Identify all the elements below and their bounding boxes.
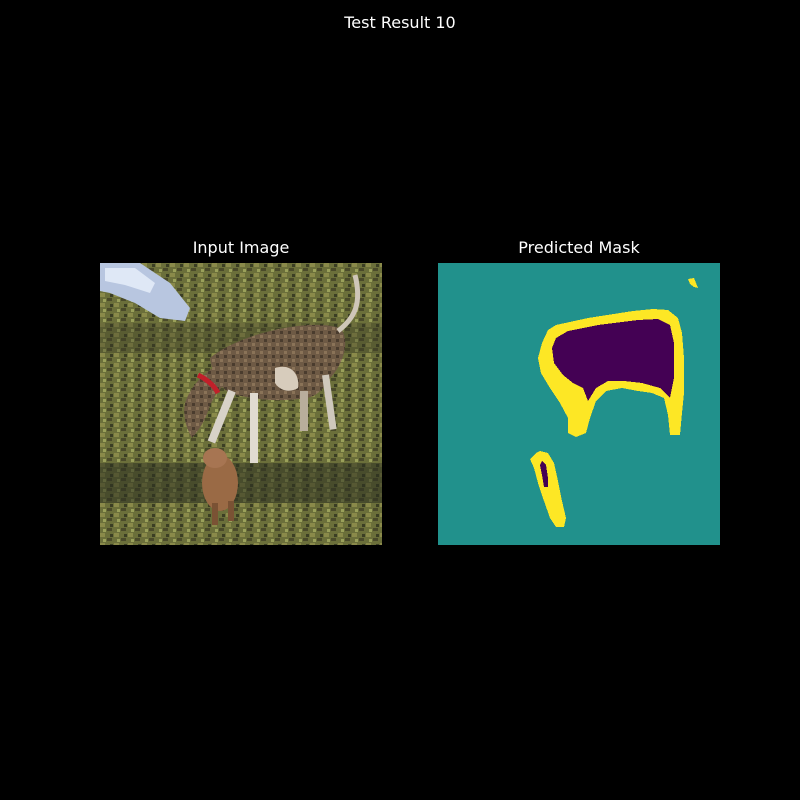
dog-leg-back-right [300, 391, 308, 431]
puppy-head [203, 448, 227, 468]
dog-leg-front-right [250, 393, 258, 463]
shadow-band [100, 463, 382, 503]
input-image-title: Input Image [192, 238, 290, 257]
predicted-mask-title: Predicted Mask [518, 238, 640, 257]
input-image [100, 263, 382, 545]
puppy-leg [212, 503, 218, 525]
puppy-leg-2 [228, 501, 234, 521]
mask-image [438, 263, 720, 545]
figure-title: Test Result 10 [344, 13, 456, 32]
input-photo [100, 263, 382, 545]
predicted-mask [438, 263, 720, 545]
